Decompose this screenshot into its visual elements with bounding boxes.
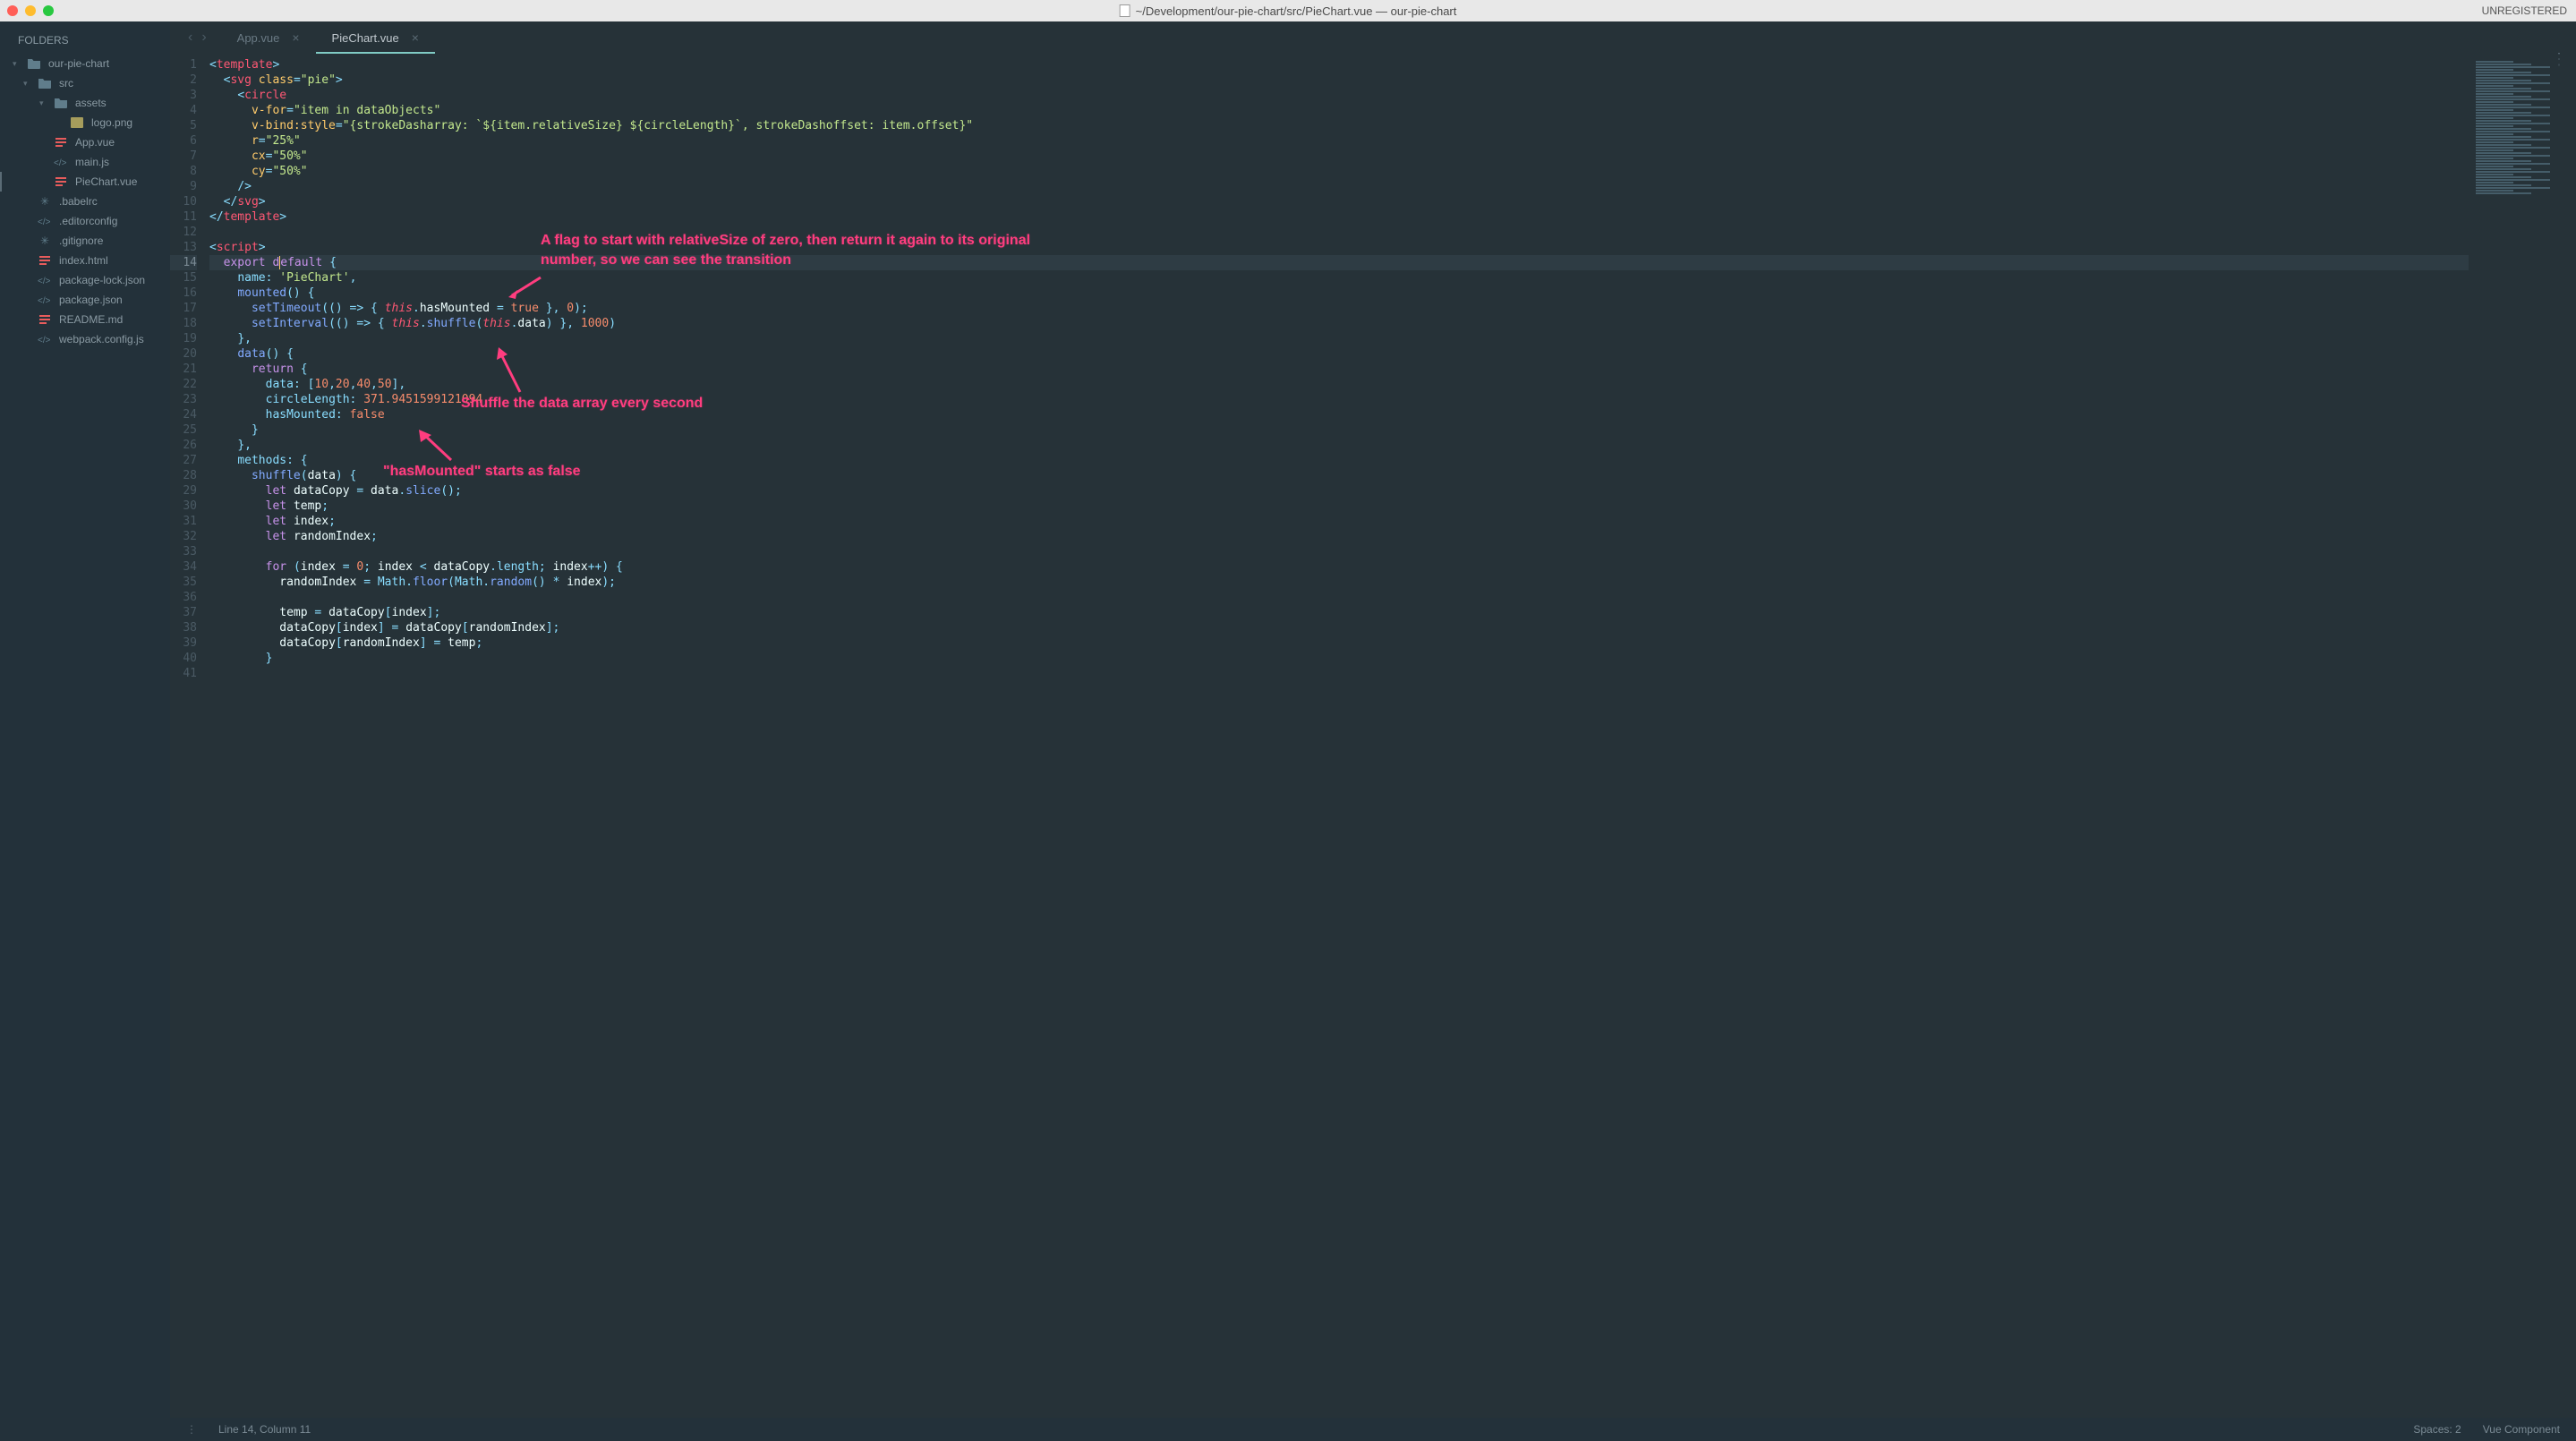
minimize-window-button[interactable]	[25, 5, 36, 16]
maximize-window-button[interactable]	[43, 5, 54, 16]
status-bar: ⋮ Line 14, Column 11 Spaces: 2 Vue Compo…	[170, 1418, 2576, 1441]
statusbar-menu-icon[interactable]: ⋮	[186, 1423, 197, 1436]
code-icon: </>	[38, 274, 52, 286]
tab-PieChart-vue[interactable]: PieChart.vue ×	[316, 21, 435, 54]
image-icon	[70, 116, 84, 129]
sidebar-header: FOLDERS	[2, 30, 170, 54]
tree-item-index-html[interactable]: index.html	[2, 251, 170, 270]
indent-setting[interactable]: Spaces: 2	[2413, 1423, 2461, 1436]
tree-label: App.vue	[75, 136, 115, 149]
code-icon: </>	[38, 333, 52, 345]
nav-forward-icon[interactable]: ›	[201, 30, 206, 46]
tree-item--editorconfig[interactable]: </> .editorconfig	[2, 211, 170, 231]
tree-item-package-json[interactable]: </> package.json	[2, 290, 170, 310]
line-gutter: 1234567891011121314151617181920212223242…	[170, 54, 209, 1418]
tab-label: PieChart.vue	[332, 31, 399, 45]
folder-icon	[27, 57, 41, 70]
tree-item--babelrc[interactable]: ✳ .babelrc	[2, 192, 170, 211]
file-icon: ✳	[38, 195, 52, 208]
cursor-position[interactable]: Line 14, Column 11	[218, 1423, 311, 1436]
file-icon	[54, 175, 68, 188]
tab-App-vue[interactable]: App.vue ×	[221, 21, 316, 54]
tab-close-icon[interactable]: ×	[292, 30, 299, 45]
tree-item-package-lock-json[interactable]: </> package-lock.json	[2, 270, 170, 290]
tree-label: package-lock.json	[59, 274, 145, 286]
window-title: ~/Development/our-pie-chart/src/PieChart…	[1136, 4, 1457, 18]
tab-label: App.vue	[237, 31, 280, 45]
svg-text:</>: </>	[54, 158, 67, 168]
tree-label: logo.png	[91, 116, 132, 129]
tree-item-src[interactable]: ▾src	[2, 73, 170, 93]
folder-icon	[54, 97, 68, 109]
folder-icon	[38, 77, 52, 90]
tree-item-webpack-config-js[interactable]: </> webpack.config.js	[2, 329, 170, 349]
tree-item-logo-png[interactable]: logo.png	[2, 113, 170, 132]
tree-label: index.html	[59, 254, 108, 267]
tree-label: our-pie-chart	[48, 57, 109, 70]
tree-item-assets[interactable]: ▾assets	[2, 93, 170, 113]
tree-label: package.json	[59, 294, 123, 306]
tree-item-PieChart-vue[interactable]: PieChart.vue	[0, 172, 170, 192]
tree-label: .editorconfig	[59, 215, 117, 227]
tab-bar: ‹ › App.vue × PieChart.vue ×	[170, 21, 2576, 54]
tree-item--gitignore[interactable]: ✳ .gitignore	[2, 231, 170, 251]
code-editor[interactable]: <template> <svg class="pie"> <circle v-f…	[209, 54, 2469, 1418]
code-icon: </>	[38, 294, 52, 306]
tree-item-main-js[interactable]: </> main.js	[2, 152, 170, 172]
nav-back-icon[interactable]: ‹	[188, 30, 192, 46]
file-icon	[54, 136, 68, 149]
document-icon	[1120, 4, 1130, 17]
svg-text:</>: </>	[38, 336, 51, 345]
tree-label: webpack.config.js	[59, 333, 144, 345]
tree-label: main.js	[75, 156, 109, 168]
svg-text:✳: ✳	[40, 195, 49, 208]
license-status: UNREGISTERED	[2482, 4, 2567, 17]
tree-label: assets	[75, 97, 107, 109]
svg-text:</>: </>	[38, 296, 51, 306]
file-icon	[38, 313, 52, 326]
tree-label: src	[59, 77, 73, 90]
tree-label: PieChart.vue	[75, 175, 137, 188]
window-titlebar: ~/Development/our-pie-chart/src/PieChart…	[0, 0, 2576, 21]
tab-close-icon[interactable]: ×	[412, 30, 419, 45]
close-window-button[interactable]	[7, 5, 18, 16]
tree-item-our-pie-chart[interactable]: ▾our-pie-chart	[2, 54, 170, 73]
code-icon: </>	[38, 215, 52, 227]
file-sidebar: FOLDERS ▾our-pie-chart▾src▾assets logo.pn…	[0, 21, 170, 1441]
minimap[interactable]	[2469, 54, 2576, 1418]
file-icon	[38, 254, 52, 267]
svg-text:</>: </>	[38, 217, 51, 227]
svg-text:✳: ✳	[40, 234, 49, 247]
tree-label: .babelrc	[59, 195, 98, 208]
svg-text:</>: </>	[38, 277, 51, 286]
tree-label: README.md	[59, 313, 123, 326]
tree-label: .gitignore	[59, 234, 103, 247]
code-icon: </>	[54, 156, 68, 168]
tree-item-README-md[interactable]: README.md	[2, 310, 170, 329]
syntax-setting[interactable]: Vue Component	[2483, 1423, 2560, 1436]
file-icon: ✳	[38, 234, 52, 247]
tree-item-App-vue[interactable]: App.vue	[2, 132, 170, 152]
